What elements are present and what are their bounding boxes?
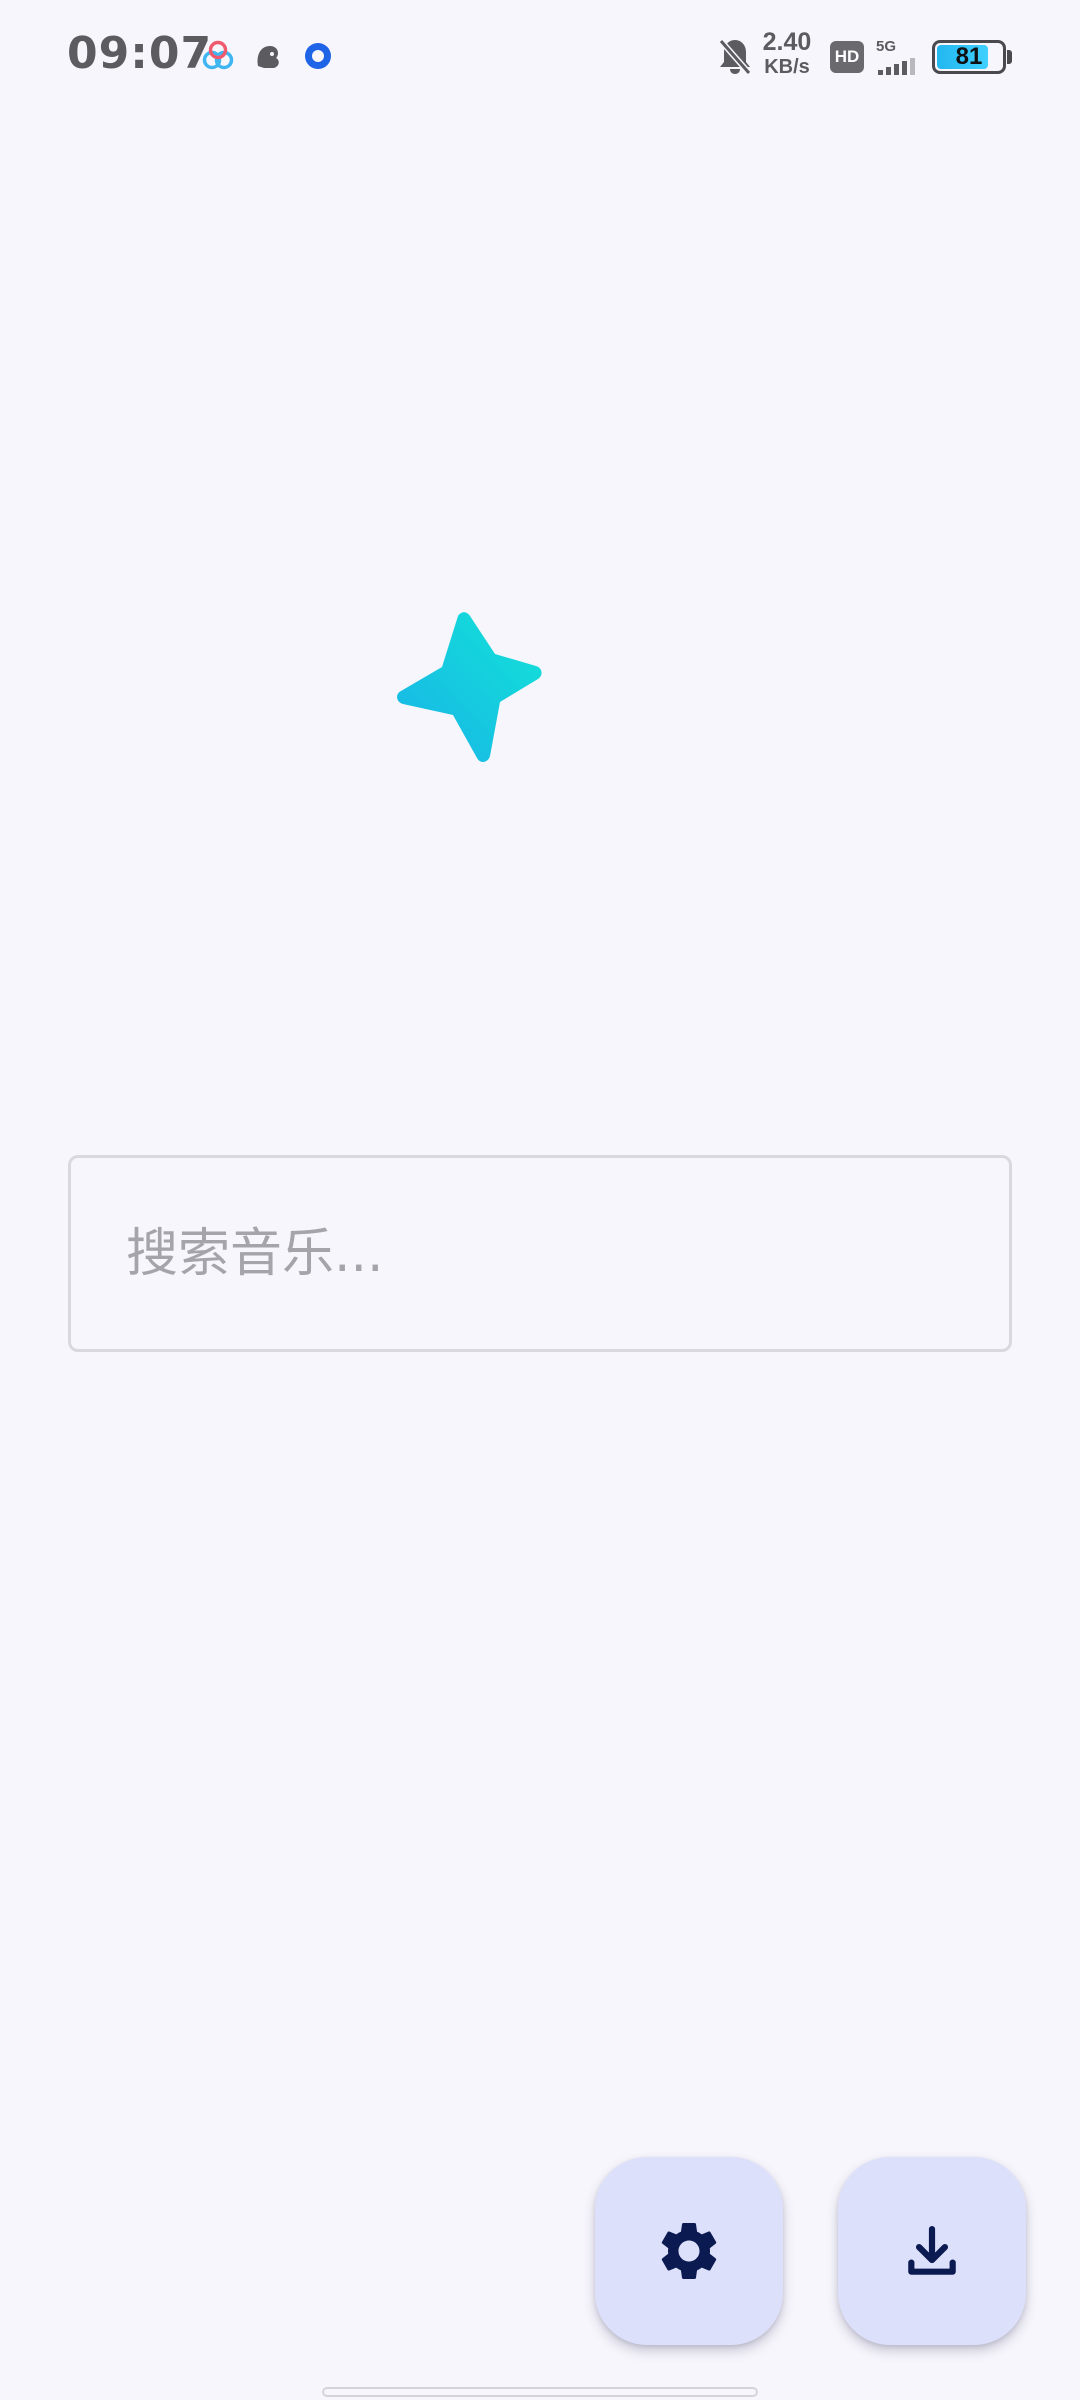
gear-icon xyxy=(661,2223,717,2279)
squirrel-notification-icon xyxy=(257,46,279,68)
network-speed-unit: KB/s xyxy=(764,56,810,78)
signal-bars-icon xyxy=(878,58,915,75)
battery-tip xyxy=(1007,50,1012,64)
status-time: 09:07 xyxy=(67,28,213,79)
status-bar: 09:07 2.40 KB/s HD 5G 81 xyxy=(0,0,1080,115)
hd-badge: HD xyxy=(830,41,864,73)
home-indicator[interactable] xyxy=(322,2387,758,2397)
signal-strength: 5G xyxy=(876,38,920,76)
search-input[interactable] xyxy=(126,1158,966,1349)
settings-button[interactable] xyxy=(595,2157,783,2345)
network-type: 5G xyxy=(876,38,897,55)
browser-notification-icon xyxy=(305,43,331,69)
download-button[interactable] xyxy=(838,2157,1026,2345)
mute-bell-icon xyxy=(718,39,752,75)
network-speed-value: 2.40 xyxy=(762,28,812,56)
network-speed: 2.40 KB/s xyxy=(757,28,817,78)
battery-level: 81 xyxy=(955,43,983,70)
download-icon xyxy=(908,2225,956,2275)
battery-indicator: 81 xyxy=(932,40,1006,74)
search-field[interactable] xyxy=(68,1155,1012,1352)
sparkle-icon xyxy=(397,612,542,762)
app-notification-icon xyxy=(202,40,234,70)
